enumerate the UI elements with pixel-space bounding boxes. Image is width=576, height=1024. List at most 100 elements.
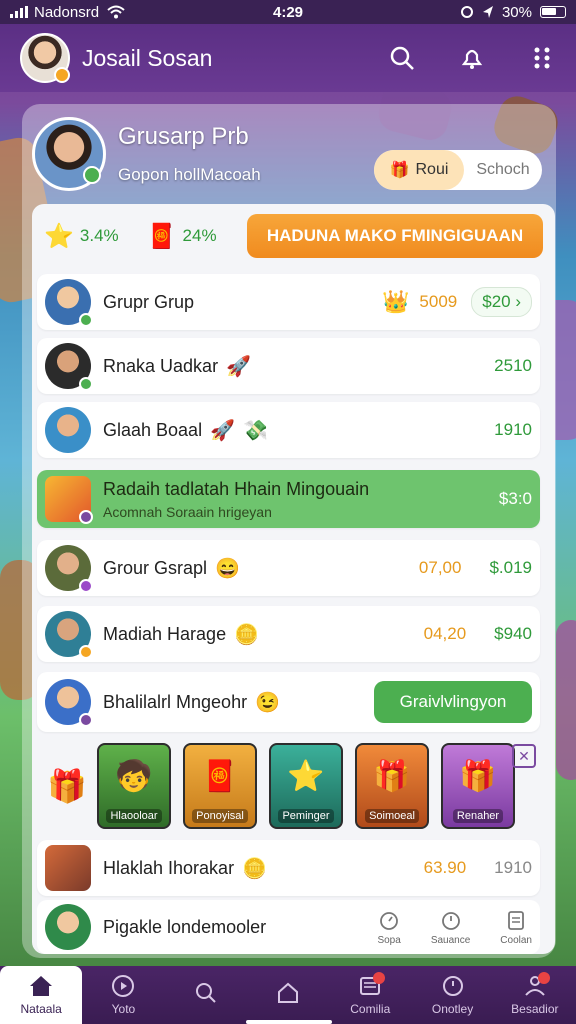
notifications-button[interactable] [458,44,486,72]
segment-inactive[interactable]: Schoch [464,161,542,179]
list-item[interactable]: Grupr Grup 👑 5009 $20 › [37,274,540,330]
nav-house[interactable] [247,966,329,1024]
home-indicator [246,1020,332,1024]
app-header: Josail Sosan [0,24,576,92]
status-dot [79,713,93,727]
search-button[interactable] [388,44,416,72]
carrier-name: Nadonsrd [34,3,100,21]
nav-label: Yoto [111,1002,136,1016]
reward-tile[interactable]: 🎁 Soimoeal [355,743,429,829]
status-dot [79,579,93,593]
list-item-name: Glaah Boaal [103,419,203,440]
group-profile: Grusarp Prb Gopon hollMacoah 🎁 Roui Schoc… [22,104,556,204]
mini-nav-item[interactable]: Sauance [431,909,470,946]
list-item-value: 1910 [494,858,532,877]
segmented-control: 🎁 Roui Schoch [374,150,542,190]
money-icon: 💸 [242,419,268,442]
avatar [45,611,93,659]
segment-active-label: Roui [415,161,449,178]
mini-nav-label: Sopa [377,934,401,946]
treasure-icon [45,845,91,891]
more-button[interactable] [528,44,556,72]
nav-messages[interactable]: Comilia [329,966,411,1024]
avatar [45,407,91,453]
crown-icon: 👑 [382,289,410,314]
rocket-icon: 🚀 [226,355,251,378]
close-icon[interactable]: ✕ [512,744,536,768]
user-name: Josail Sosan [82,44,213,71]
stat-boxes: 🧧 24% [147,222,217,251]
nav-activity[interactable]: Onotley [411,966,493,1024]
nav-search[interactable] [165,966,247,1024]
reward-tile-label: Peminger [278,809,334,823]
alarm-icon [460,6,473,18]
smile-icon: 😉 [255,691,280,714]
list-item-value: 2510 [494,356,532,375]
status-bar: Nadonsrd 4:29 30% [0,0,576,24]
avatar [45,679,93,727]
reward-tile[interactable]: 🎁 Renaher [441,743,515,829]
battery-icon [540,6,566,18]
home-icon [30,976,53,996]
mini-nav-item[interactable]: Coolan [500,909,532,946]
star-icon: ⭐ [287,760,325,793]
list-item-value: 07,00 [418,558,462,577]
list-item-name: Radaih tadlatah Hhain Mingouain [103,478,370,499]
gift-icon: 🎁 [47,768,87,804]
segment-active[interactable]: 🎁 Roui [374,150,464,190]
nav-video[interactable]: Yoto [82,966,164,1024]
list-item[interactable]: Pigakle londemooler Sopa Sauance Coolan [37,900,540,954]
stat-stars: ⭐ 3.4% [44,222,119,251]
list-item-highlighted[interactable]: Radaih tadlatah Hhain Mingouain Acomnah … [37,470,540,528]
list-item[interactable]: Hlaklah Ihorakar 🪙 63.90 1910 [37,840,540,896]
summary-bar: ⭐ 3.4% 🧧 24% HADUNA MAKO FMINGIGUAAN [32,204,555,268]
list-item[interactable]: Bhalilalrl Mngeohr 😉 Graivlvlingyon [37,672,540,732]
list-item-name: Rnaka Uadkar [103,355,219,376]
notification-badge [537,972,550,984]
mini-nav: Sopa Sauance Coolan [377,909,532,946]
rocket-icon: 🚀 [210,419,235,442]
reward-tile[interactable]: 🧒 Hlaooloar [97,743,171,829]
scenery-block [556,620,576,780]
gift-box-icon [45,476,93,524]
avatar [45,279,93,327]
reward-pill-button[interactable]: $20 › [471,287,532,317]
reward-tile[interactable]: ⭐ Peminger [269,743,343,829]
coin-icon: 🪙 [234,623,259,646]
smile-icon: 😄 [215,557,240,580]
nav-label: Comilia [350,1002,391,1016]
clock-icon [441,911,460,930]
main-cta-button[interactable]: HADUNA MAKO FMINGIGUAAN [247,214,543,258]
list-item-value: 5009 [419,292,458,311]
character-icon: 🧒 [115,760,153,793]
list-item-name: Bhalilalrl Mngeohr [103,691,248,712]
list-item-value: $3:0 [498,489,532,508]
green-action-button[interactable]: Graivlvlingyon [374,681,532,723]
list-item-subtitle: Acomnah Soraain hrigeyan [103,503,272,520]
nav-label: Nataala [20,1002,62,1016]
bottom-nav: Nataala Yoto Comilia Onotley Besadior [0,966,576,1024]
list-item[interactable]: Rnaka Uadkar 🚀 2510 [37,338,540,394]
list-item[interactable]: Glaah Boaal 🚀 💸 1910 [37,402,540,458]
nav-profile[interactable]: Besadior [494,966,576,1024]
nav-label: Besadior [511,1002,559,1016]
signal-icon [10,6,28,18]
list-item[interactable]: Grour Gsrapl 😄 07,00 $.019 [37,540,540,596]
gift-icon: 🎁 [373,760,411,793]
nav-home[interactable]: Nataala [0,966,83,1024]
status-dot [79,313,93,327]
reward-tile[interactable]: 🧧 Ponoyisal [183,743,257,829]
group-avatar[interactable] [32,117,106,191]
user-avatar[interactable] [20,33,70,83]
house-icon [277,982,298,1003]
list-item[interactable]: Madiah Harage 🪙 04,20 $940 [37,606,540,662]
leaderboard-panel: ⭐ 3.4% 🧧 24% HADUNA MAKO FMINGIGUAAN Grupr… [32,204,555,954]
reward-tile-label: Ponoyisal [192,809,248,823]
mini-nav-label: Coolan [500,934,532,946]
mini-nav-item[interactable]: Sopa [377,909,401,946]
clock-icon [442,976,463,996]
gift-icon: 🎁 [459,760,497,793]
list-item-value: $.019 [489,558,532,577]
avatar [45,904,91,950]
list-item-name: Pigakle londemooler [103,916,267,937]
